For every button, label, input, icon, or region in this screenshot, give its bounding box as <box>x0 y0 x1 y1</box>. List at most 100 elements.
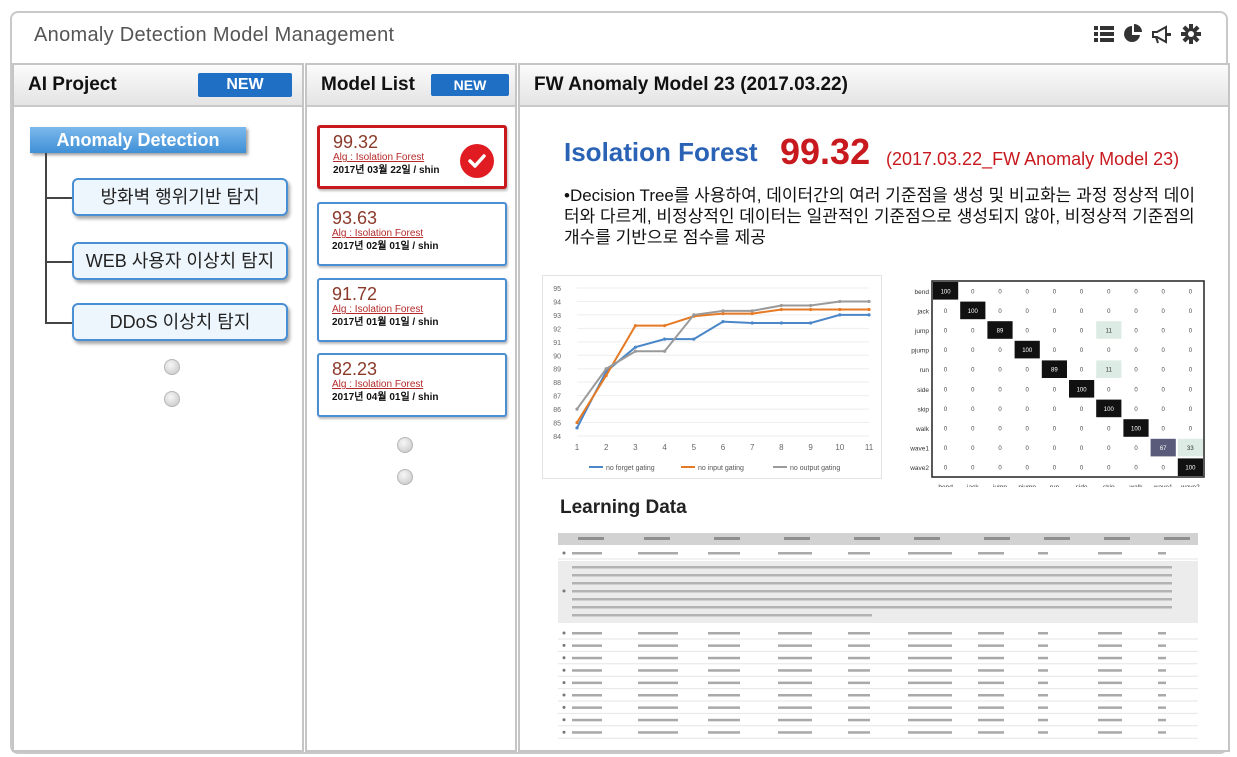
data-point <box>633 345 637 349</box>
row-cell <box>1098 644 1122 647</box>
data-point <box>663 324 667 328</box>
tree-item-ddos[interactable]: DDoS 이상치 탐지 <box>72 303 288 341</box>
y-tick-label: 93 <box>553 313 561 320</box>
x-tick-label: 2 <box>604 443 609 452</box>
row-cell <box>572 656 602 660</box>
row-cell <box>978 731 1004 734</box>
row-cell <box>908 718 952 722</box>
pagination-dot[interactable] <box>397 437 413 453</box>
detail-text-line <box>572 590 1172 593</box>
row-cell <box>572 644 602 647</box>
row-cell <box>978 669 1004 672</box>
tree-connector <box>45 322 73 324</box>
col-label: skip <box>1103 484 1115 487</box>
row-cell <box>1038 706 1048 709</box>
data-point <box>809 303 813 308</box>
col-label: jump <box>992 484 1007 487</box>
row-cell <box>1158 656 1166 660</box>
model-score: 93.63 <box>332 208 378 228</box>
cell-value: 100 <box>1104 407 1115 413</box>
detail-text-line <box>572 582 1172 585</box>
row-cell <box>778 681 812 685</box>
model-list-panel: Model List NEW 99.32 Alg : Isolation For… <box>305 63 517 752</box>
model-card-selected[interactable]: 99.32 Alg : Isolation Forest 2017년 03월 2… <box>317 125 507 189</box>
row-cell <box>778 656 812 660</box>
detail-text-line <box>572 606 1172 609</box>
row-cell <box>708 706 740 709</box>
cell-value: 67 <box>1160 446 1167 452</box>
row-label: side <box>917 387 929 394</box>
header-cell <box>578 537 604 540</box>
row-bullet <box>562 668 566 672</box>
y-tick-label: 94 <box>553 299 561 306</box>
row-cell <box>908 706 952 709</box>
row-cell <box>978 706 1004 709</box>
row-cell <box>848 644 870 647</box>
cell-value: 89 <box>997 329 1004 335</box>
model-list-header: Model List NEW <box>307 65 515 107</box>
header-cell <box>984 537 1010 540</box>
confusion-matrix: bend 100 0 0 0 0 0 0 0 0 0 jack 0 100 0 0 0 0 0 0 0 0 jump 0 0 89… <box>900 273 1205 491</box>
cell-value: 100 <box>1185 466 1196 472</box>
model-card[interactable]: 82.23 Alg : Isolation Forest 2017년 04월 0… <box>317 353 507 417</box>
y-tick-label: 90 <box>553 353 561 360</box>
col-label: run <box>1050 484 1060 487</box>
megaphone-icon[interactable] <box>1151 23 1173 45</box>
data-point <box>838 307 842 312</box>
check-icon <box>460 144 494 178</box>
pagination-dot[interactable] <box>164 359 180 375</box>
new-model-button[interactable]: NEW <box>431 74 509 96</box>
row-cell <box>1098 706 1122 709</box>
row-cell <box>848 694 870 697</box>
y-tick-label: 84 <box>553 434 561 441</box>
row-cell <box>1158 694 1166 697</box>
data-point <box>575 407 579 411</box>
data-point <box>838 313 842 317</box>
y-tick-label: 87 <box>553 394 561 401</box>
row-cell <box>638 669 678 672</box>
row-label: walk <box>915 426 930 433</box>
model-card[interactable]: 91.72 Alg : Isolation Forest 2017년 01월 0… <box>317 278 507 342</box>
data-point <box>575 420 579 425</box>
row-cell <box>1098 669 1122 672</box>
pagination-dot[interactable] <box>164 391 180 407</box>
row-cell <box>1098 694 1122 697</box>
row-cell <box>778 706 812 709</box>
y-tick-label: 89 <box>553 367 561 374</box>
model-card[interactable]: 93.63 Alg : Isolation Forest 2017년 02월 0… <box>317 202 507 266</box>
model-algorithm: Alg : Isolation Forest <box>332 304 424 315</box>
row-cell <box>1038 644 1048 647</box>
model-date-author: 2017년 02월 01일 / shin <box>332 241 439 252</box>
gear-icon[interactable] <box>1180 23 1202 45</box>
row-cell <box>978 644 1004 647</box>
new-project-button[interactable]: NEW <box>198 73 292 97</box>
title-bar: Anomaly Detection Model Management <box>12 13 1226 57</box>
pie-chart-icon[interactable] <box>1122 23 1144 45</box>
row-cell <box>638 552 678 555</box>
header-cell <box>1104 537 1130 540</box>
row-cell <box>708 681 740 685</box>
tree-root-anomaly-detection[interactable]: Anomaly Detection <box>30 127 246 153</box>
list-icon[interactable] <box>1093 23 1115 45</box>
tree-item-web[interactable]: WEB 사용자 이상치 탐지 <box>72 242 288 280</box>
pagination-dot[interactable] <box>397 469 413 485</box>
header-cell <box>854 537 880 540</box>
data-point <box>809 307 813 312</box>
detail-text-line <box>572 598 1172 601</box>
data-point <box>604 373 608 378</box>
row-cell <box>1038 718 1048 722</box>
cell-value: 11 <box>1106 329 1113 335</box>
algorithm-description: •Decision Tree를 사용하여, 데이터간의 여러 기준점을 생성 및… <box>564 186 1196 247</box>
row-cell <box>778 731 812 734</box>
detail-text-line <box>572 614 872 617</box>
row-bullet <box>562 643 566 647</box>
row-cell <box>572 632 602 635</box>
data-point <box>692 313 696 317</box>
row-cell <box>778 644 812 647</box>
tree-item-firewall[interactable]: 방화벽 행위기반 탐지 <box>72 178 288 216</box>
row-cell <box>908 694 952 697</box>
data-point <box>575 426 579 430</box>
row-bullet <box>562 718 566 722</box>
row-cell <box>1158 718 1166 722</box>
data-point <box>692 337 696 341</box>
